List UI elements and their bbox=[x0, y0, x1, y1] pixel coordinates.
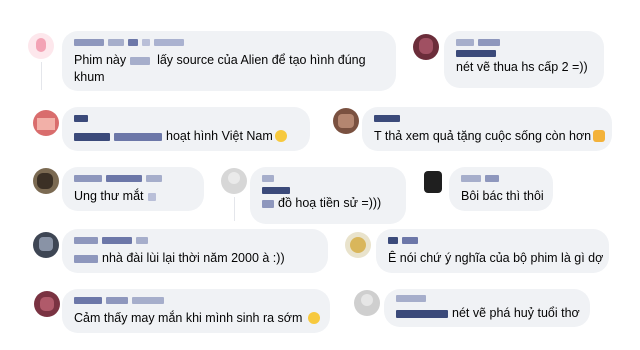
comment-bubble: Ung thư mắt bbox=[62, 167, 204, 211]
avatar[interactable] bbox=[221, 168, 247, 194]
redacted-text bbox=[114, 132, 162, 141]
comment-text: nhà đài lùi lại thời năm 2000 à :)) bbox=[74, 250, 316, 267]
comment-bubble: nhà đài lùi lại thời năm 2000 à :)) bbox=[62, 229, 328, 273]
smile-emoji bbox=[308, 312, 321, 324]
author-name[interactable] bbox=[388, 235, 597, 247]
comment-bubble: Phim này lấy source của Alien để tạo hìn… bbox=[62, 31, 396, 91]
author-name[interactable] bbox=[461, 173, 541, 185]
thread-line bbox=[234, 197, 235, 221]
author-name[interactable] bbox=[74, 295, 318, 307]
redacted-text bbox=[74, 132, 110, 141]
author-name[interactable] bbox=[74, 235, 316, 247]
comment-bubble: nét vẽ thua hs cấp 2 =)) bbox=[444, 31, 604, 88]
comment-bubble: T thả xem quả tặng cuộc sống còn hơn bbox=[362, 107, 612, 151]
comment-bubble: hoạt hình Việt Nam bbox=[62, 107, 310, 151]
comment-text: Bôi bác thì thôi bbox=[461, 189, 544, 203]
avatar[interactable] bbox=[33, 110, 59, 136]
comment-text: Cảm thấy may mắn khi mình sinh ra sớm bbox=[74, 310, 321, 327]
avatar[interactable] bbox=[333, 108, 359, 134]
redacted-text bbox=[147, 192, 156, 201]
comment-text: T thả xem quả tặng cuộc sống còn hơn bbox=[374, 128, 606, 145]
redacted-text bbox=[262, 199, 274, 208]
crying-cat-emoji bbox=[593, 130, 606, 142]
comment-text: hoạt hình Việt Nam bbox=[74, 128, 298, 145]
comment-bubble: Cảm thấy may mắn khi mình sinh ra sớm bbox=[62, 289, 330, 333]
redacted-text bbox=[129, 56, 150, 65]
comment-bubble: nét vẽ phá huỷ tuổi thơ bbox=[384, 289, 590, 327]
author-name[interactable] bbox=[374, 113, 600, 125]
avatar[interactable] bbox=[34, 291, 60, 317]
comment-text: Ung thư mắt bbox=[74, 188, 192, 205]
avatar[interactable] bbox=[413, 34, 439, 60]
redacted-text bbox=[396, 309, 448, 318]
author-name[interactable] bbox=[262, 173, 394, 194]
redacted-text bbox=[74, 254, 98, 263]
author-name[interactable] bbox=[74, 173, 192, 185]
comment-bubble: Ê nói chứ ý nghĩa của bộ phim là gì dợ bbox=[376, 229, 609, 273]
author-name[interactable] bbox=[74, 37, 384, 49]
avatar[interactable] bbox=[33, 168, 59, 194]
avatar[interactable] bbox=[345, 232, 371, 258]
thread-line bbox=[41, 62, 42, 90]
avatar[interactable] bbox=[420, 169, 446, 195]
comment-text: đồ hoạ tiền sử =))) bbox=[262, 195, 394, 212]
comment-bubble: đồ hoạ tiền sử =))) bbox=[250, 167, 406, 224]
comment-text: nét vẽ thua hs cấp 2 =)) bbox=[456, 60, 588, 74]
avatar[interactable] bbox=[354, 290, 380, 316]
author-name[interactable] bbox=[396, 293, 578, 305]
avatar[interactable] bbox=[28, 33, 54, 59]
comment-text: Ê nói chứ ý nghĩa của bộ phim là gì dợ bbox=[388, 251, 604, 265]
author-name[interactable] bbox=[456, 37, 592, 57]
comment-bubble: Bôi bác thì thôi bbox=[449, 167, 553, 211]
avatar[interactable] bbox=[33, 232, 59, 258]
author-name[interactable] bbox=[74, 113, 298, 125]
sweat-smile-emoji bbox=[274, 130, 287, 142]
comment-text: nét vẽ phá huỷ tuổi thơ bbox=[396, 305, 580, 322]
comment-text: Phim này lấy source của Alien để tạo hìn… bbox=[74, 53, 366, 84]
